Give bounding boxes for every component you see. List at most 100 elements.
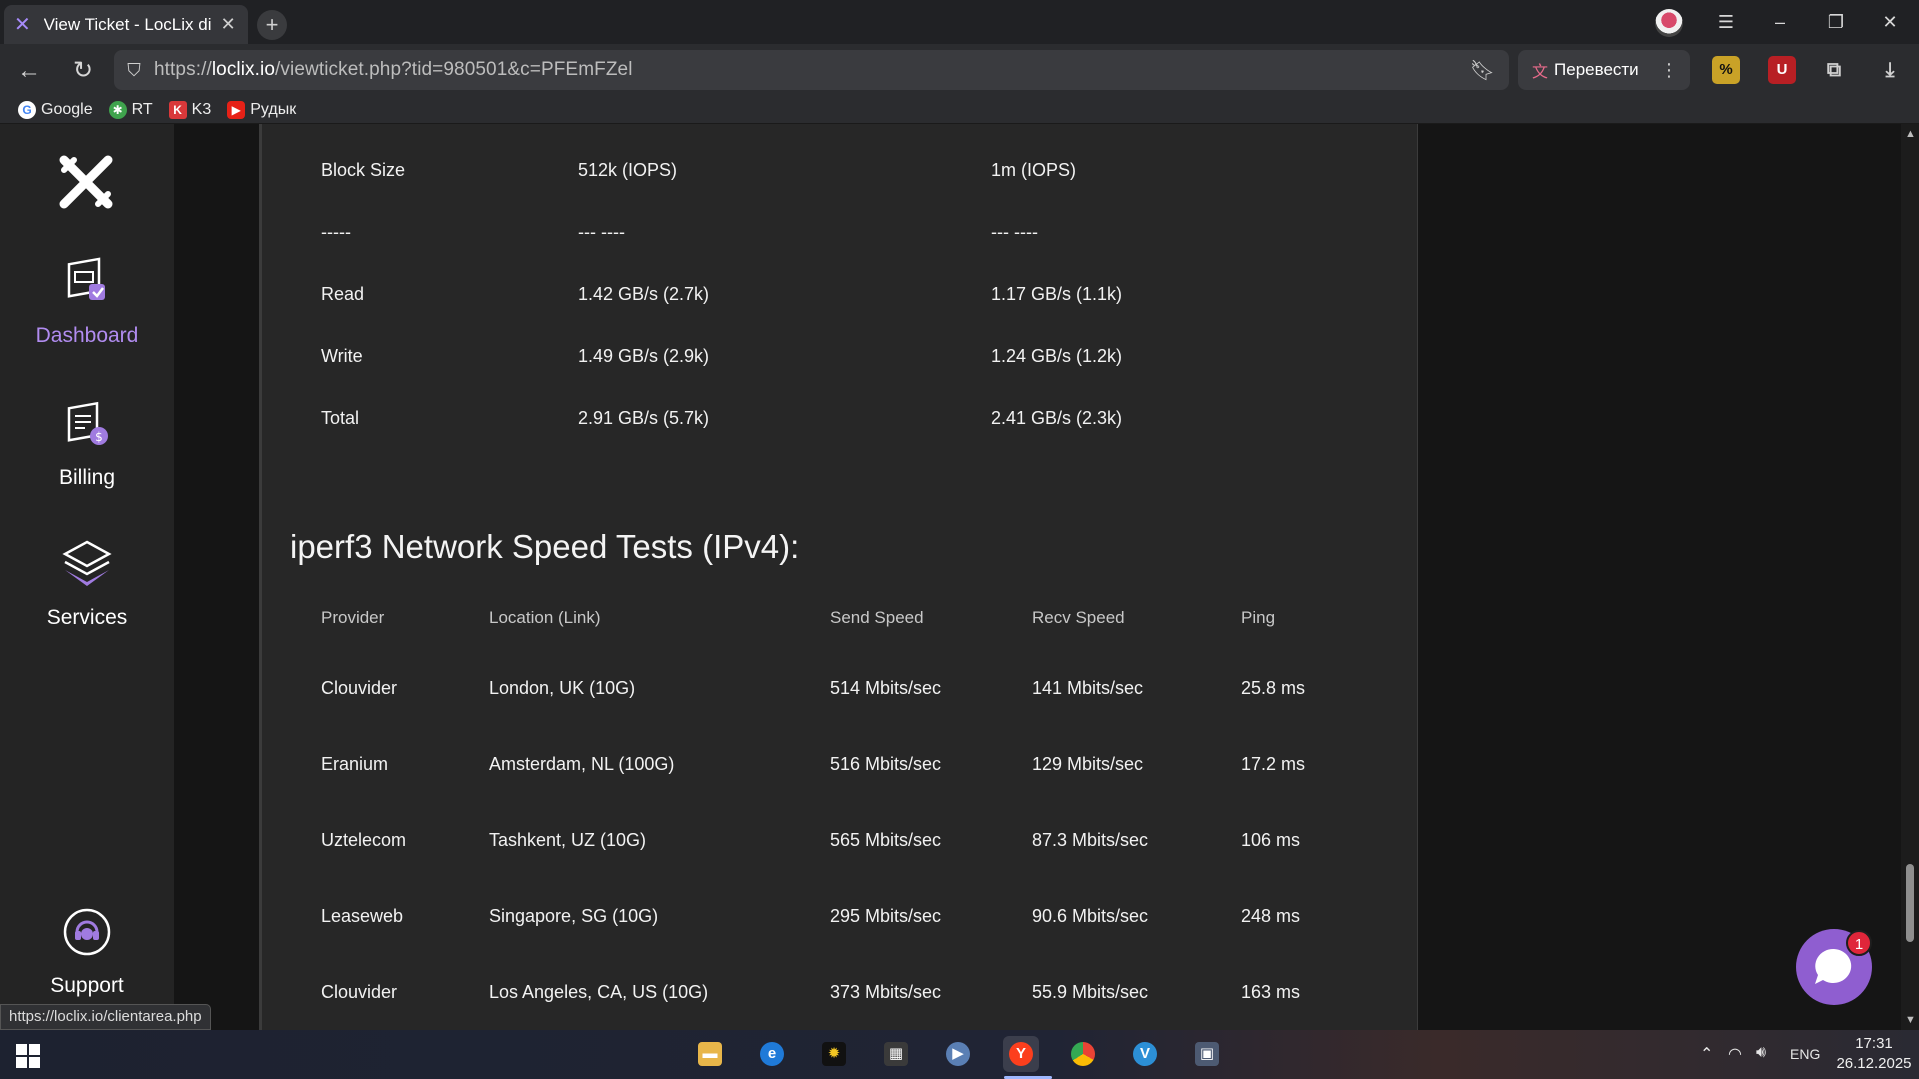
sidebar-item-support[interactable]: Support (0, 904, 174, 998)
table-cell: 129 Mbits/sec (1032, 754, 1144, 774)
minimize-icon[interactable]: – (1762, 8, 1798, 36)
taskbar-clock[interactable]: 17:31 26.12.2025 (1836, 1034, 1912, 1074)
downloads-icon[interactable]: ⤓ (1876, 56, 1904, 84)
taskbar-calculator[interactable]: ▦ (878, 1036, 914, 1072)
table-cell: 1.42 GB/s (2.7k) (578, 284, 710, 304)
url-text[interactable]: https://loclix.io/viewticket.php?tid=980… (154, 59, 633, 81)
ublock-extension-icon[interactable]: U (1768, 56, 1796, 84)
scroll-up-icon[interactable]: ▲ (1905, 128, 1916, 140)
support-icon (63, 908, 111, 956)
close-tab-icon[interactable]: ✕ (218, 14, 238, 35)
tab-title: View Ticket - LocLix di S (43, 14, 213, 34)
table-cell: Los Angeles, CA, US (10G) (489, 982, 709, 1002)
sidebar-item-dashboard[interactable]: Dashboard (0, 254, 174, 348)
table-cell: --- ---- (578, 222, 625, 242)
table-cell: 2.41 GB/s (2.3k) (991, 408, 1123, 428)
taskbar-chrome[interactable] (1065, 1036, 1101, 1072)
loclix-logo-icon[interactable] (58, 154, 114, 210)
app-v-icon: V (1133, 1042, 1157, 1066)
bookmark-k3[interactable]: K K3 (168, 100, 211, 119)
table-cell: 514 Mbits/sec (830, 678, 942, 698)
column-header: Send Speed (830, 608, 924, 627)
show-hidden-icons-icon[interactable]: ⌃ (1700, 1044, 1713, 1064)
taskbar-media-player[interactable]: ▶ (940, 1036, 976, 1072)
k3-icon: K (168, 100, 187, 119)
table-cell: Total (321, 408, 360, 428)
sidebar-item-billing[interactable]: $ Billing (0, 396, 174, 490)
table-cell: 1.17 GB/s (1.1k) (991, 284, 1123, 304)
new-tab-button[interactable]: + (257, 10, 287, 40)
taskbar-app-v[interactable]: V (1127, 1036, 1163, 1072)
sidebar-item-label: Support (50, 974, 124, 997)
browser-tab[interactable]: ✕ View Ticket - LocLix di S ✕ (4, 5, 248, 44)
table-cell: Read (321, 284, 365, 304)
table-cell: 2.91 GB/s (5.7k) (578, 408, 710, 428)
site-info-icon[interactable]: ⛉ (114, 60, 154, 81)
table-cell: 141 Mbits/sec (1032, 678, 1144, 698)
bookmark-rudyk[interactable]: ▶ Рудык (227, 100, 296, 119)
remote-desktop-icon: ▣ (1195, 1042, 1219, 1066)
close-window-icon[interactable]: ✕ (1872, 8, 1908, 36)
reload-icon[interactable]: ↻ (66, 54, 100, 88)
edge-icon: e (760, 1042, 784, 1066)
profile-avatar[interactable] (1655, 9, 1683, 37)
bookmark-google[interactable]: G Google (18, 100, 93, 119)
bookmark-icon[interactable]: 🔖︎ (1470, 58, 1495, 83)
table-cell: Block Size (321, 160, 406, 180)
taskbar-remote-desktop[interactable]: ▣ (1189, 1036, 1225, 1072)
paint-icon: ✹ (822, 1042, 846, 1066)
taskbar-yandex-browser[interactable]: Y (1003, 1036, 1039, 1072)
sidebar: Dashboard $ Billing Services Support (0, 124, 174, 1030)
bookmark-rt[interactable]: ✱ RT (108, 100, 153, 119)
network-icon[interactable]: ◠ (1728, 1044, 1742, 1064)
rt-icon: ✱ (108, 100, 127, 119)
table-cell: Write (321, 346, 363, 366)
taskbar-edge[interactable]: e (754, 1036, 790, 1072)
google-icon: G (18, 100, 36, 119)
table-cell: 17.2 ms (1241, 754, 1306, 774)
column-header: Recv Speed (1032, 608, 1125, 627)
windows-taskbar: ▬ e ✹ ▦ ▶ Y V ▣ ⌃ ◠ 🔊︎ ENG 17:31 26.12.2… (0, 1030, 1919, 1079)
coupon-extension-icon[interactable]: % (1712, 56, 1740, 84)
menu-icon[interactable]: ☰ (1708, 8, 1744, 36)
services-icon (62, 540, 112, 586)
back-icon[interactable]: ← (12, 54, 46, 88)
loclix-favicon-icon: ✕ (14, 13, 31, 36)
table-cell: 1m (IOPS) (991, 160, 1077, 180)
clock-time: 17:31 (1855, 1035, 1893, 1052)
windows-start-icon[interactable] (16, 1044, 40, 1068)
taskbar-file-explorer[interactable]: ▬ (692, 1036, 728, 1072)
table-cell: Eranium (321, 754, 389, 774)
left-gutter (174, 124, 259, 1030)
extensions-icon[interactable]: ⧉ (1820, 56, 1848, 84)
scroll-down-icon[interactable]: ▼ (1905, 1014, 1916, 1026)
translate-button[interactable]: 文 Перевести ⋮ (1518, 50, 1690, 90)
table-cell: Leaseweb (321, 906, 404, 926)
table-row: Write 1.49 GB/s (2.9k) 1.24 GB/s (1.2k) (262, 346, 1362, 408)
table-cell: 1.24 GB/s (1.2k) (991, 346, 1123, 366)
table-cell: Tashkent, UZ (10G) (489, 830, 647, 850)
volume-icon[interactable]: 🔊︎ (1756, 1044, 1766, 1062)
column-header: Provider (321, 608, 385, 627)
translate-menu-icon[interactable]: ⋮ (1660, 60, 1678, 81)
svg-text:$: $ (95, 430, 103, 444)
table-cell: 516 Mbits/sec (830, 754, 942, 774)
sidebar-item-services[interactable]: Services (0, 536, 174, 630)
table-cell: London, UK (10G) (489, 678, 636, 698)
taskbar-paint[interactable]: ✹ (816, 1036, 852, 1072)
table-cell: 55.9 Mbits/sec (1032, 982, 1149, 1002)
table-cell: Clouvider (321, 678, 398, 698)
address-bar[interactable]: ⛉ https://loclix.io/viewticket.php?tid=9… (114, 50, 1509, 90)
table-cell: 565 Mbits/sec (830, 830, 942, 850)
table-cell: Amsterdam, NL (100G) (489, 754, 675, 774)
table-cell: Clouvider (321, 982, 398, 1002)
chat-notification-badge: 1 (1846, 930, 1872, 956)
restore-icon[interactable]: ❐ (1818, 8, 1854, 36)
page-scrollbar[interactable]: ▲ ▼ (1901, 124, 1919, 1030)
yandex-browser-icon: Y (1009, 1042, 1033, 1066)
language-indicator[interactable]: ENG (1790, 1046, 1820, 1062)
sidebar-item-label: Services (46, 606, 128, 629)
table-row: Clouvider London, UK (10G) 514 Mbits/sec… (262, 678, 1362, 740)
youtube-icon: ▶ (227, 100, 246, 119)
scrollbar-thumb[interactable] (1906, 864, 1914, 942)
